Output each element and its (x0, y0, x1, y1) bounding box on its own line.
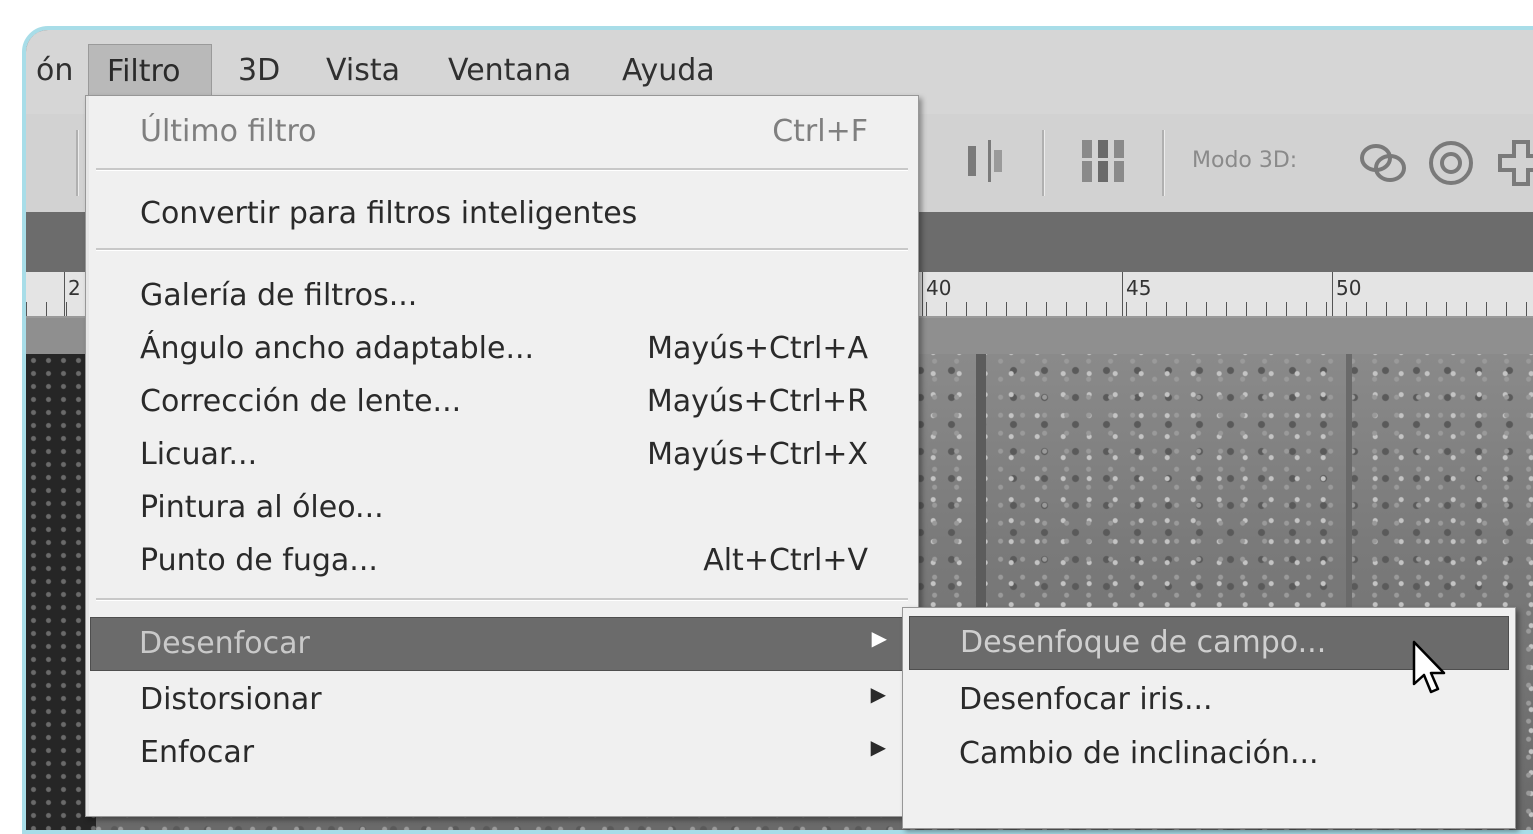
menu-item-desenfocar[interactable]: Desenfocar ▶ (90, 617, 914, 671)
modo-3d-label: Modo 3D: (1192, 148, 1298, 173)
submenu-arrow-icon: ▶ (871, 626, 887, 650)
menu-vista[interactable]: Vista (308, 44, 418, 98)
menu-item-label: Punto de fuga... (140, 543, 378, 578)
menu-item-distorsionar[interactable]: Distorsionar ▶ (92, 674, 912, 726)
menu-item-enfocar[interactable]: Enfocar ▶ (92, 727, 912, 779)
menu-item-label: Enfocar (140, 735, 255, 770)
menu-item-shortcut: Mayús+Ctrl+R (646, 384, 868, 419)
menu-edicion[interactable]: ón (26, 44, 91, 98)
submenu-item-cambio-inclinacion[interactable]: Cambio de inclinación... (909, 728, 1509, 780)
menu-item-label: Convertir para filtros inteligentes (140, 196, 638, 231)
menu-separator (96, 598, 908, 601)
align-columns-icon[interactable] (1078, 136, 1126, 196)
submenu-arrow-icon: ▶ (870, 735, 886, 759)
submenu-item-label: Cambio de inclinación... (959, 736, 1319, 771)
menu-item-ultimo-filtro[interactable]: Último filtro Ctrl+F (92, 106, 912, 158)
menu-item-punto-fuga[interactable]: Punto de fuga... Alt+Ctrl+V (92, 535, 912, 587)
menu-3d[interactable]: 3D (220, 44, 298, 98)
filter-menu-dropdown: Último filtro Ctrl+F Convertir para filt… (85, 95, 919, 817)
toolbar-divider (1042, 130, 1045, 196)
menu-item-convertir-filtros-inteligentes[interactable]: Convertir para filtros inteligentes (92, 188, 912, 240)
menu-item-shortcut: Mayús+Ctrl+X (647, 437, 868, 472)
menu-ayuda[interactable]: Ayuda (604, 44, 733, 98)
menu-gutter (86, 96, 89, 816)
roll-3d-icon[interactable] (1426, 138, 1476, 198)
menu-item-label: Desenfocar (139, 626, 310, 661)
ruler-label: 45 (1126, 276, 1152, 300)
menu-item-correccion-lente[interactable]: Corrección de lente... Mayús+Ctrl+R (92, 376, 912, 428)
menu-item-label: Corrección de lente... (140, 384, 462, 419)
ruler-label: 2 (68, 276, 81, 300)
submenu-arrow-icon: ▶ (870, 682, 886, 706)
menu-item-label: Pintura al óleo... (140, 490, 384, 525)
ruler-label: 40 (926, 276, 952, 300)
menu-item-shortcut: Ctrl+F (772, 114, 868, 149)
ruler-major-tick (1122, 272, 1123, 316)
pan-3d-icon[interactable] (1496, 138, 1533, 198)
menu-item-label: Galería de filtros... (140, 278, 418, 313)
menu-separator (96, 168, 908, 171)
ruler-major-tick (922, 272, 923, 316)
menu-filtro[interactable]: Filtro (88, 44, 212, 98)
menu-item-label: Distorsionar (140, 682, 322, 717)
menu-item-licuar[interactable]: Licuar... Mayús+Ctrl+X (92, 429, 912, 481)
menu-item-galeria-filtros[interactable]: Galería de filtros... (92, 270, 912, 322)
distribute-icon[interactable] (966, 136, 1006, 196)
ruler-major-tick (64, 272, 65, 316)
menu-item-label: Último filtro (140, 114, 317, 149)
submenu-item-label: Desenfocar iris... (959, 682, 1213, 717)
ruler-major-tick (1332, 272, 1333, 316)
menu-ventana[interactable]: Ventana (430, 44, 589, 98)
ruler-label: 50 (1336, 276, 1362, 300)
rotate-3d-icon[interactable] (1356, 138, 1410, 198)
submenu-item-label: Desenfoque de campo... (960, 625, 1327, 660)
toolbar-divider (1162, 130, 1165, 196)
menu-separator (96, 248, 908, 251)
menu-item-shortcut: Alt+Ctrl+V (703, 543, 868, 578)
menu-item-label: Licuar... (140, 437, 258, 472)
toolbar-divider (76, 130, 79, 196)
menu-item-shortcut: Mayús+Ctrl+A (647, 331, 868, 366)
menu-item-label: Ángulo ancho adaptable... (140, 331, 535, 366)
menu-item-pintura-oleo[interactable]: Pintura al óleo... (92, 482, 912, 534)
menu-item-angulo-ancho[interactable]: Ángulo ancho adaptable... Mayús+Ctrl+A (92, 323, 912, 375)
mouse-cursor-icon (1412, 640, 1446, 694)
